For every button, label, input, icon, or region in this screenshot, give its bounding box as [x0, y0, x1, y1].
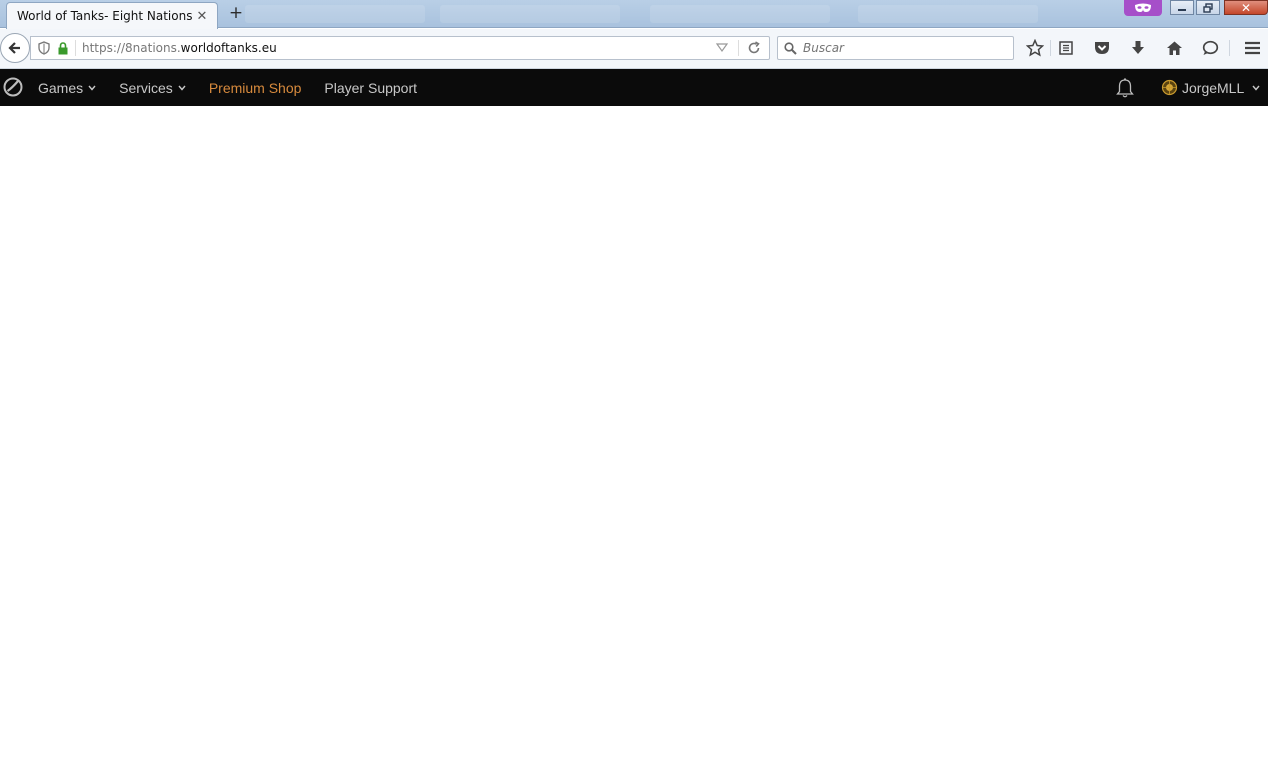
download-icon[interactable] [1127, 37, 1149, 59]
notification-bell-icon[interactable] [1114, 77, 1136, 99]
minimize-button[interactable] [1170, 0, 1194, 15]
reading-list-icon[interactable] [1055, 37, 1077, 59]
nav-services[interactable]: Services [119, 80, 186, 96]
chevron-down-icon [178, 85, 186, 91]
chevron-down-icon [1252, 85, 1260, 91]
background-tab[interactable] [650, 5, 830, 23]
search-bar[interactable] [777, 36, 1014, 60]
clan-emblem-icon [1161, 79, 1178, 96]
url-bar[interactable]: https://8nations.worldoftanks.eu [30, 36, 770, 60]
shield-icon[interactable] [37, 41, 51, 55]
nav-player-support-label: Player Support [324, 79, 418, 96]
background-tab[interactable] [440, 5, 620, 23]
new-tab-button[interactable]: + [226, 3, 246, 23]
pocket-icon[interactable] [1091, 37, 1113, 59]
search-input[interactable] [803, 41, 1003, 55]
chevron-down-icon [88, 85, 96, 91]
dropdown-history-icon[interactable] [716, 43, 728, 53]
window-close-button[interactable]: ✕ [1224, 0, 1268, 15]
restore-button[interactable] [1196, 0, 1220, 15]
back-arrow-icon [8, 42, 20, 54]
reload-icon[interactable] [747, 41, 761, 55]
star-icon[interactable] [1024, 37, 1046, 59]
url-text[interactable]: https://8nations.worldoftanks.eu [82, 41, 716, 55]
home-icon[interactable] [1163, 37, 1185, 59]
nav-games-label: Games [38, 79, 84, 96]
page-content [0, 106, 1268, 769]
back-button[interactable] [0, 33, 30, 63]
wargaming-logo-icon[interactable] [3, 77, 23, 97]
site-header: Games Services Premium Shop Player Suppo… [0, 69, 1268, 106]
username: JorgeMLL [1182, 79, 1245, 96]
nav-premium-shop[interactable]: Premium Shop [209, 80, 302, 96]
private-browsing-mask-icon[interactable] [1124, 0, 1162, 16]
url-prefix: https://8nations. [82, 41, 181, 55]
search-icon [784, 41, 797, 55]
browser-toolbar: https://8nations.worldoftanks.eu [0, 29, 1268, 69]
tab-title: World of Tanks- Eight Nations [17, 9, 193, 23]
browser-titlebar: World of Tanks- Eight Nations ✕ + ✕ [0, 0, 1268, 29]
url-domain: worldoftanks.eu [180, 41, 277, 55]
nav-premium-shop-label: Premium Shop [208, 79, 302, 96]
nav-services-label: Services [119, 79, 173, 96]
tab-close-icon[interactable]: ✕ [195, 9, 209, 24]
menu-icon[interactable] [1241, 37, 1263, 59]
nav-games[interactable]: Games [38, 80, 96, 96]
lock-icon[interactable] [57, 41, 69, 55]
background-tab[interactable] [858, 5, 1038, 23]
nav-player-support[interactable]: Player Support [324, 80, 417, 96]
background-tab[interactable] [245, 5, 425, 23]
site-nav: Games Services Premium Shop Player Suppo… [38, 69, 440, 106]
chat-icon[interactable] [1199, 37, 1221, 59]
tab-active[interactable]: World of Tanks- Eight Nations ✕ [6, 2, 218, 29]
user-menu[interactable]: JorgeMLL [1161, 69, 1260, 106]
